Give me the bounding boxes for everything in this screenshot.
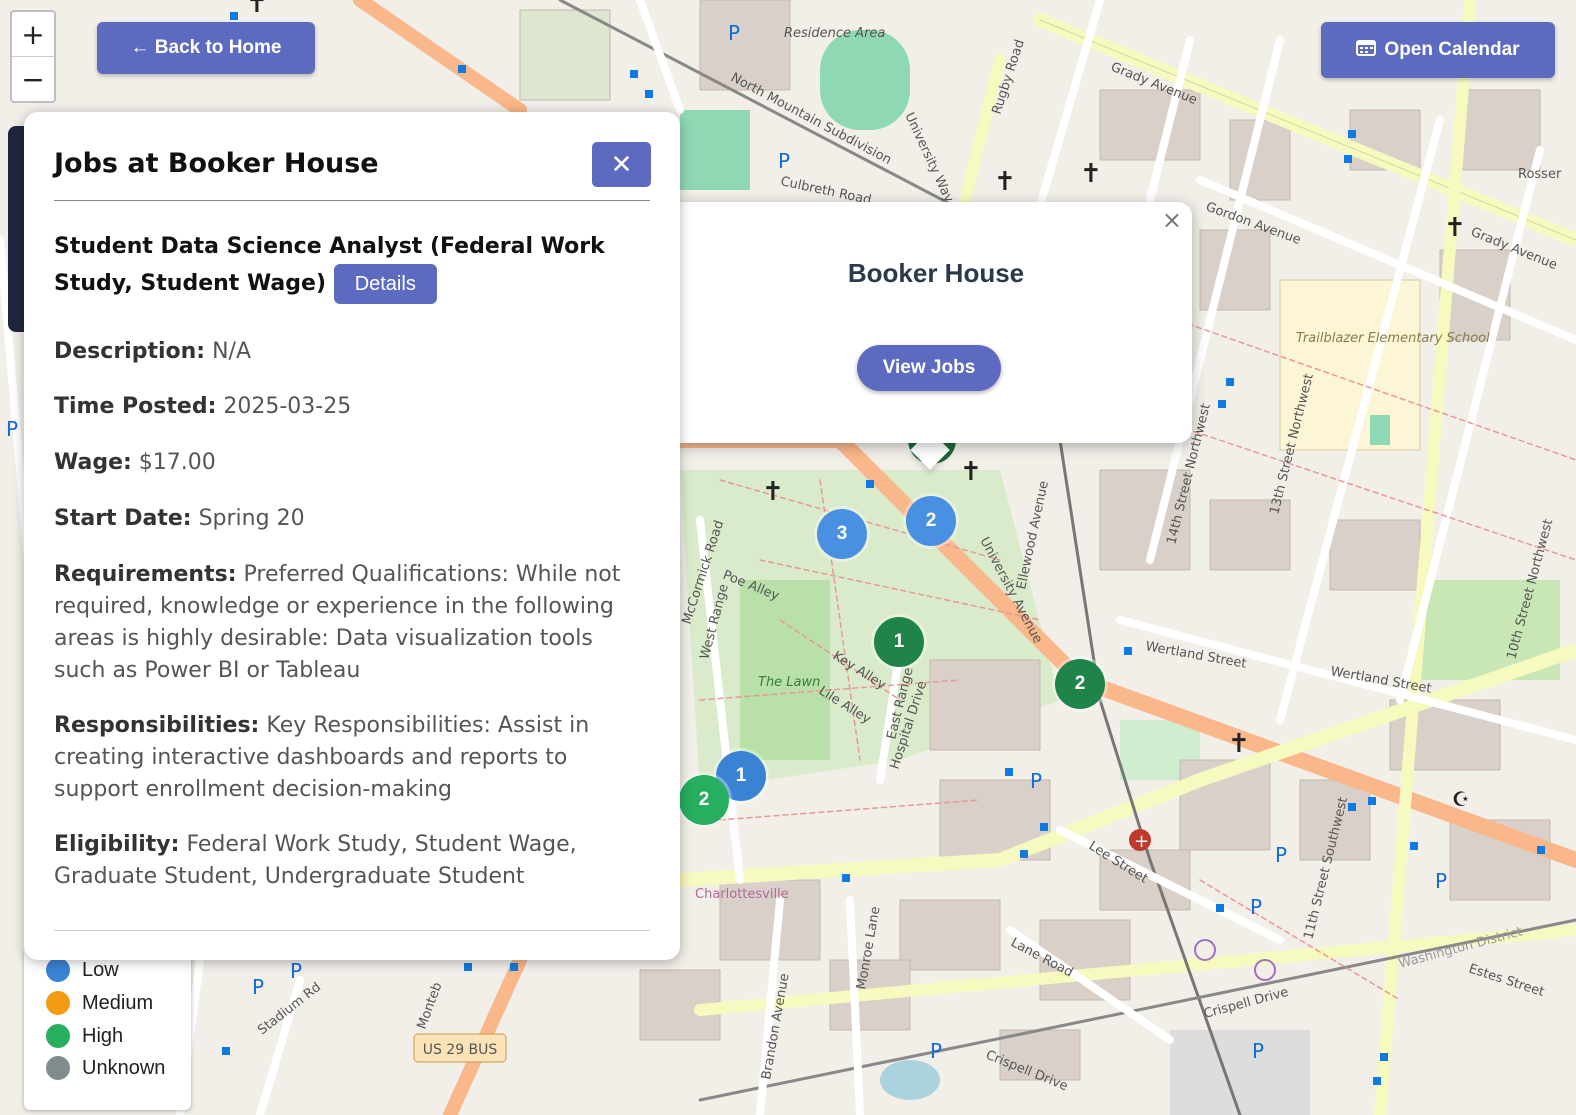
field-label: Eligibility: <box>54 832 180 857</box>
map-label-charlottesville: Charlottesville <box>695 887 789 902</box>
legend-dot <box>46 958 70 982</box>
parking-icon: P <box>1030 769 1042 793</box>
parking-icon: P <box>1252 1039 1264 1063</box>
parking-icon: P <box>290 959 302 983</box>
legend-item-medium: Medium <box>46 991 153 1015</box>
map-label-trailblazer: Trailblazer Elementary School <box>1296 331 1490 346</box>
field-value: $17.00 <box>138 450 216 475</box>
parking-icon: P <box>1275 843 1287 867</box>
church-icon: ✝ <box>246 0 268 19</box>
legend-label: High <box>82 1024 124 1047</box>
zoom-in-button[interactable]: + <box>12 12 54 56</box>
parking-icon: P <box>1435 869 1447 893</box>
cluster-marker[interactable]: 2 <box>1055 659 1105 709</box>
field-eligibility: Eligibility: Federal Work Study, Student… <box>54 829 650 893</box>
panel-title: Jobs at Booker House <box>54 148 379 179</box>
details-button[interactable]: Details <box>333 264 437 304</box>
cluster-marker[interactable]: 1 <box>874 617 924 667</box>
cluster-marker[interactable]: 2 <box>906 496 956 546</box>
panel-close-button[interactable]: ✕ <box>592 142 651 187</box>
church-icon: ✝ <box>1080 159 1102 189</box>
parking-icon: P <box>1250 895 1262 919</box>
calendar-icon <box>1356 38 1377 62</box>
us29-shield-label: US 29 BUS <box>423 1042 498 1058</box>
field-start-date: Start Date: Spring 20 <box>54 503 650 535</box>
legend-label: Medium <box>82 991 154 1014</box>
parking-icon: P <box>252 975 264 999</box>
field-requirements: Requirements: Preferred Qualifications: … <box>54 559 650 687</box>
church-icon: ✝ <box>994 167 1016 197</box>
field-label: Wage: <box>54 450 132 475</box>
field-responsibilities: Responsibilities: Key Responsibilities: … <box>54 710 650 806</box>
cluster-marker[interactable]: 3 <box>817 509 867 559</box>
jobs-panel: Jobs at Booker House ✕ Student Data Scie… <box>24 112 680 960</box>
parking-icon: P <box>778 149 790 173</box>
job-title: Student Data Science Analyst (Federal Wo… <box>54 230 634 304</box>
job-title-text: Student Data Science Analyst (Federal Wo… <box>54 234 605 296</box>
legend-item-unknown: Unknown <box>46 1056 165 1080</box>
field-label: Description: <box>54 339 206 364</box>
field-label: Requirements: <box>54 562 237 587</box>
legend: Low Medium High Unknown <box>24 950 191 1110</box>
cluster-marker[interactable]: 2 <box>679 775 729 825</box>
parking-icon: P <box>6 417 18 441</box>
zoom-control: + − <box>10 10 56 103</box>
church-icon: ✝ <box>762 477 784 507</box>
legend-dot <box>46 1056 70 1080</box>
field-value: Spring 20 <box>198 506 305 531</box>
close-icon: ✕ <box>610 149 633 180</box>
open-calendar-button[interactable]: Open Calendar <box>1321 22 1555 78</box>
church-icon: ✝ <box>1228 729 1250 759</box>
church-icon: ✝ <box>1444 213 1466 243</box>
view-jobs-button[interactable]: View Jobs <box>857 345 1001 391</box>
field-label: Responsibilities: <box>54 713 260 738</box>
field-value: N/A <box>212 339 252 364</box>
legend-item-low: Low <box>46 958 119 982</box>
back-to-home-button[interactable]: ← Back to Home <box>97 22 315 74</box>
map-label-residence: Residence Area <box>784 26 885 41</box>
field-wage: Wage: $17.00 <box>54 447 650 479</box>
open-calendar-label: Open Calendar <box>1384 39 1520 60</box>
parking-icon: P <box>728 21 740 45</box>
field-label: Start Date: <box>54 506 192 531</box>
legend-dot <box>46 991 70 1015</box>
map-label-the-lawn: The Lawn <box>758 675 820 690</box>
legend-dot <box>46 1024 70 1048</box>
divider <box>54 200 650 201</box>
field-description: Description: N/A <box>54 336 650 368</box>
mosque-icon: ☪ <box>1452 787 1470 811</box>
field-time-posted: Time Posted: 2025-03-25 <box>54 391 650 423</box>
divider <box>54 930 650 931</box>
field-label: Time Posted: <box>54 394 217 419</box>
parking-icon: P <box>930 1039 942 1063</box>
legend-label: Low <box>82 958 119 981</box>
legend-item-high: High <box>46 1024 123 1048</box>
popup-close-button[interactable]: × <box>1162 206 1182 234</box>
location-popup: × Booker House View Jobs <box>680 202 1192 443</box>
svg-text:+: + <box>1134 831 1149 852</box>
map-label-rosser: Rosser <box>1518 167 1562 182</box>
legend-label: Unknown <box>82 1056 166 1079</box>
popup-title: Booker House <box>847 258 1025 288</box>
field-value: 2025-03-25 <box>223 394 352 419</box>
zoom-out-button[interactable]: − <box>12 56 54 101</box>
church-icon: ✝ <box>960 457 982 487</box>
